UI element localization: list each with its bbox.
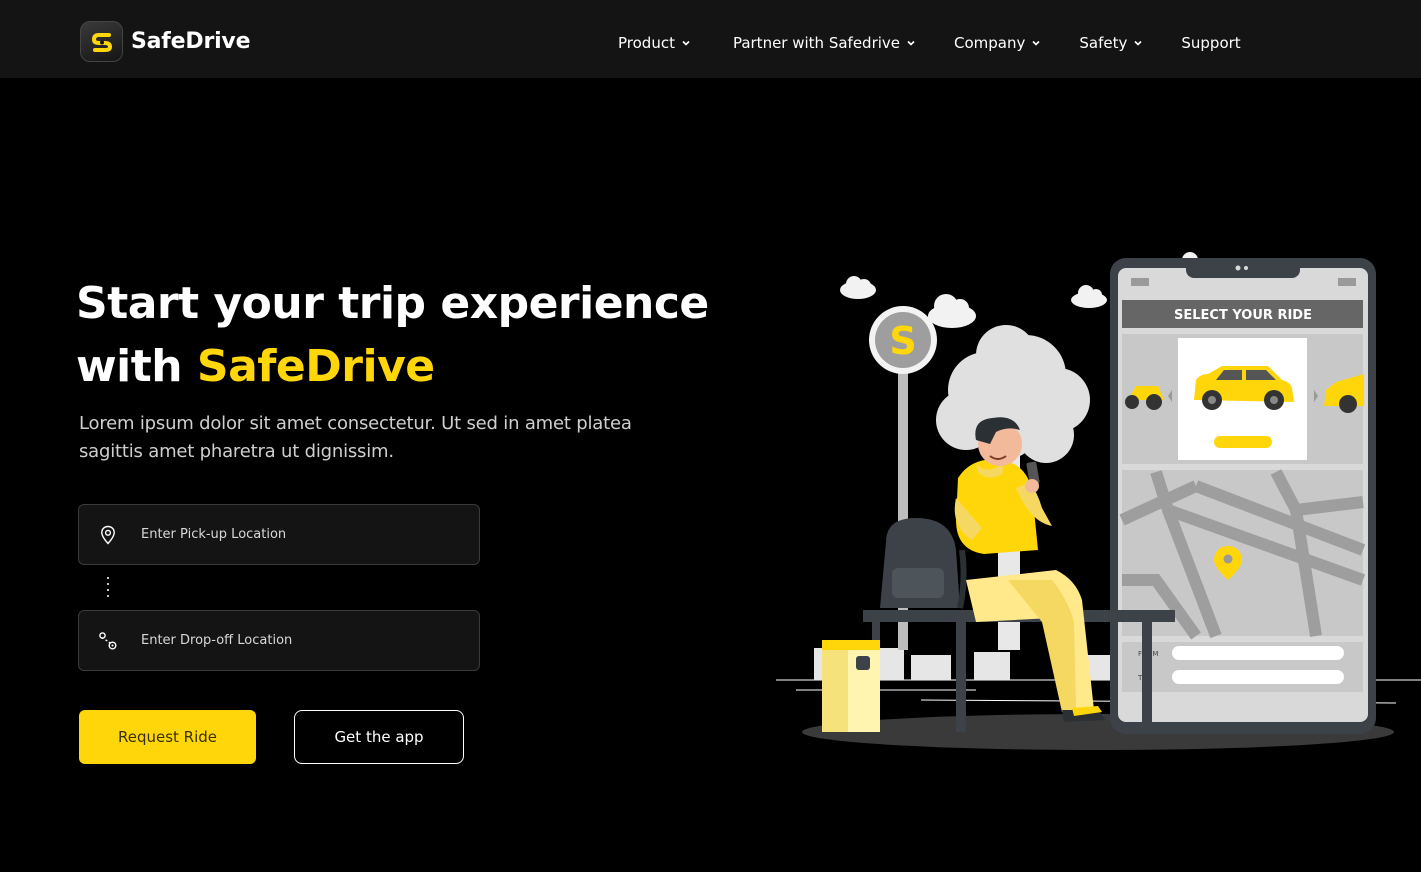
cloud-icon (1071, 285, 1107, 308)
brand-name: SafeDrive (131, 29, 251, 54)
phone-header-text: SELECT YOUR RIDE (1174, 308, 1312, 323)
shopping-bag-icon (822, 640, 880, 732)
bus-stop-letter: S (889, 319, 916, 363)
ride-hailing-illustration: S SELECT YOUR RIDE (776, 252, 1421, 750)
nav-item-product[interactable]: Product (618, 34, 691, 52)
hero-title: Start your trip experience with SafeDriv… (76, 272, 709, 398)
cloud-icon (928, 294, 976, 328)
chevron-down-icon (907, 40, 915, 46)
brand-logo[interactable]: SafeDrive (80, 21, 250, 62)
route-icon (99, 631, 117, 649)
route-connector-dots (107, 577, 109, 597)
pickup-input[interactable] (141, 527, 441, 542)
location-pin-icon (101, 525, 115, 545)
hero-subtitle: Lorem ipsum dolor sit amet consectetur. … (79, 413, 632, 462)
nav-item-label: Product (618, 34, 675, 52)
cloud-icon (840, 276, 876, 299)
chevron-down-icon (682, 40, 690, 46)
nav-item-label: Company (954, 34, 1026, 52)
backpack-icon (880, 518, 967, 609)
main-nav: Product Partner with Safedrive Company S… (618, 32, 1241, 54)
top-navbar: SafeDrive Product Partner with Safedrive… (0, 0, 1421, 78)
nav-item-label: Partner with Safedrive (732, 34, 901, 52)
nav-item-partner[interactable]: Partner with Safedrive (733, 34, 916, 52)
pickup-field[interactable] (78, 504, 480, 565)
hero-title-line1: Start your trip experience (76, 278, 709, 329)
select-ride-button (1214, 436, 1272, 448)
nav-item-company[interactable]: Company (954, 34, 1041, 52)
nav-item-label: Support (1181, 34, 1241, 52)
chevron-down-icon (1134, 40, 1142, 46)
chevron-down-icon (1032, 40, 1040, 46)
nav-item-label: Safety (1079, 34, 1128, 52)
hero-title-prefix: with (76, 341, 197, 392)
hero-title-accent: SafeDrive (196, 341, 435, 392)
request-ride-button[interactable]: Request Ride (79, 710, 256, 764)
nav-item-support[interactable]: Support (1181, 34, 1240, 52)
logo-mark-icon (80, 21, 123, 62)
nav-item-safety[interactable]: Safety (1079, 34, 1143, 52)
get-app-button[interactable]: Get the app (294, 710, 464, 764)
dropoff-input[interactable] (141, 633, 441, 648)
dropoff-field[interactable] (78, 610, 480, 671)
